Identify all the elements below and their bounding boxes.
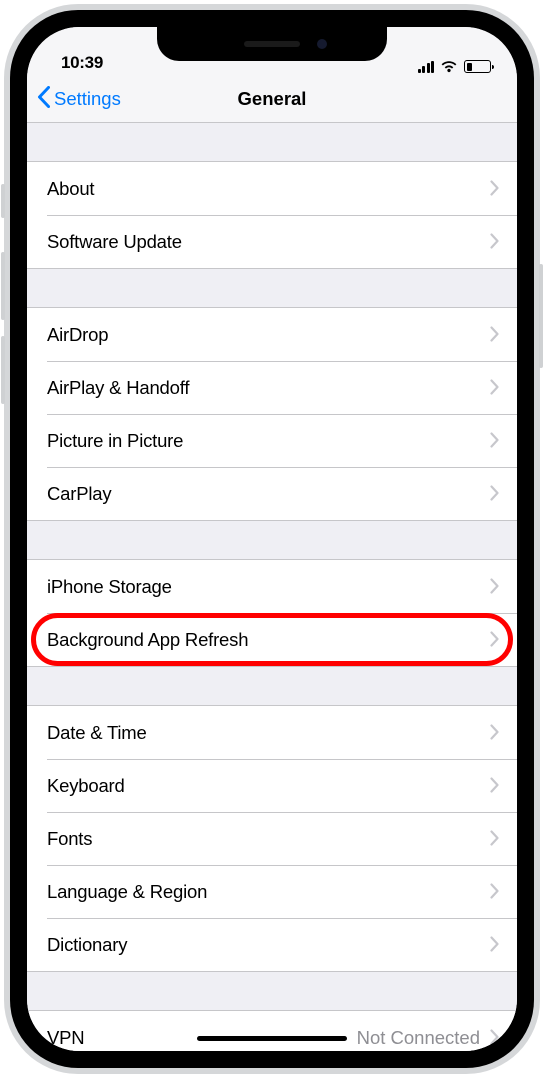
notch	[157, 27, 387, 61]
speaker-grille	[244, 41, 300, 47]
row-label: AirDrop	[47, 324, 108, 346]
status-icons	[418, 60, 492, 73]
row-label: Dictionary	[47, 934, 127, 956]
chevron-right-icon	[490, 1025, 499, 1051]
device-bezel: 10:39 Se	[10, 10, 534, 1068]
chevron-right-icon	[490, 932, 499, 958]
section-spacer	[27, 667, 517, 705]
row-airdrop[interactable]: AirDrop	[27, 308, 517, 361]
row-right	[490, 720, 499, 746]
row-vpn[interactable]: VPN Not Connected	[27, 1011, 517, 1051]
cellular-signal-icon	[418, 61, 435, 73]
chevron-right-icon	[490, 720, 499, 746]
settings-group: iPhone Storage Background App Refresh	[27, 559, 517, 667]
row-label: About	[47, 178, 94, 200]
row-label: Language & Region	[47, 881, 207, 903]
chevron-right-icon	[490, 481, 499, 507]
mute-switch	[1, 184, 5, 218]
row-right	[490, 773, 499, 799]
row-label: Date & Time	[47, 722, 147, 744]
section-spacer	[27, 123, 517, 161]
row-language-region[interactable]: Language & Region	[27, 865, 517, 918]
section-spacer	[27, 269, 517, 307]
row-right	[490, 375, 499, 401]
section-spacer	[27, 521, 517, 559]
row-right	[490, 322, 499, 348]
row-label: CarPlay	[47, 483, 111, 505]
row-software-update[interactable]: Software Update	[27, 215, 517, 268]
chevron-right-icon	[490, 574, 499, 600]
row-background-app-refresh[interactable]: Background App Refresh	[27, 613, 517, 666]
screen: 10:39 Se	[27, 27, 517, 1051]
row-fonts[interactable]: Fonts	[27, 812, 517, 865]
row-airplay-handoff[interactable]: AirPlay & Handoff	[27, 361, 517, 414]
row-right	[490, 627, 499, 653]
row-label: AirPlay & Handoff	[47, 377, 189, 399]
back-label: Settings	[54, 88, 121, 110]
row-right	[490, 574, 499, 600]
chevron-right-icon	[490, 176, 499, 202]
nav-bar: Settings General	[27, 75, 517, 123]
battery-icon	[464, 60, 491, 73]
row-right	[490, 932, 499, 958]
chevron-left-icon	[37, 85, 50, 113]
chevron-right-icon	[490, 879, 499, 905]
section-spacer	[27, 972, 517, 1010]
row-dictionary[interactable]: Dictionary	[27, 918, 517, 971]
row-picture-in-picture[interactable]: Picture in Picture	[27, 414, 517, 467]
page-title: General	[238, 88, 307, 110]
side-button	[539, 264, 543, 368]
wifi-icon	[440, 60, 458, 73]
chevron-right-icon	[490, 773, 499, 799]
settings-group: AirDrop AirPlay & Handoff Picture in Pictu…	[27, 307, 517, 521]
row-carplay[interactable]: CarPlay	[27, 467, 517, 520]
row-right	[490, 428, 499, 454]
settings-group: Date & Time Keyboard Fonts Language & Regio…	[27, 705, 517, 972]
row-label: Background App Refresh	[47, 629, 248, 651]
row-label: VPN	[47, 1027, 84, 1049]
row-about[interactable]: About	[27, 162, 517, 215]
row-date-time[interactable]: Date & Time	[27, 706, 517, 759]
chevron-right-icon	[490, 229, 499, 255]
chevron-right-icon	[490, 322, 499, 348]
chevron-right-icon	[490, 627, 499, 653]
chevron-right-icon	[490, 826, 499, 852]
home-indicator[interactable]	[197, 1036, 347, 1041]
row-label: Picture in Picture	[47, 430, 183, 452]
row-label: iPhone Storage	[47, 576, 172, 598]
volume-down-button	[1, 336, 5, 404]
front-camera	[317, 39, 327, 49]
chevron-right-icon	[490, 428, 499, 454]
settings-group: VPN Not Connected	[27, 1010, 517, 1051]
volume-up-button	[1, 252, 5, 320]
back-button[interactable]: Settings	[37, 85, 121, 113]
row-iphone-storage[interactable]: iPhone Storage	[27, 560, 517, 613]
row-right	[490, 826, 499, 852]
row-label: Fonts	[47, 828, 92, 850]
row-label: Software Update	[47, 231, 182, 253]
row-label: Keyboard	[47, 775, 125, 797]
row-right	[490, 481, 499, 507]
row-right: Not Connected	[357, 1025, 499, 1051]
row-right	[490, 879, 499, 905]
battery-fill	[467, 63, 473, 71]
settings-content: About Software Update AirDrop AirPlay & Han…	[27, 123, 517, 1051]
row-value: Not Connected	[357, 1027, 480, 1049]
row-right	[490, 229, 499, 255]
chevron-right-icon	[490, 375, 499, 401]
row-keyboard[interactable]: Keyboard	[27, 759, 517, 812]
device-frame: 10:39 Se	[4, 4, 540, 1074]
settings-group: About Software Update	[27, 161, 517, 269]
row-right	[490, 176, 499, 202]
status-time: 10:39	[61, 53, 103, 73]
